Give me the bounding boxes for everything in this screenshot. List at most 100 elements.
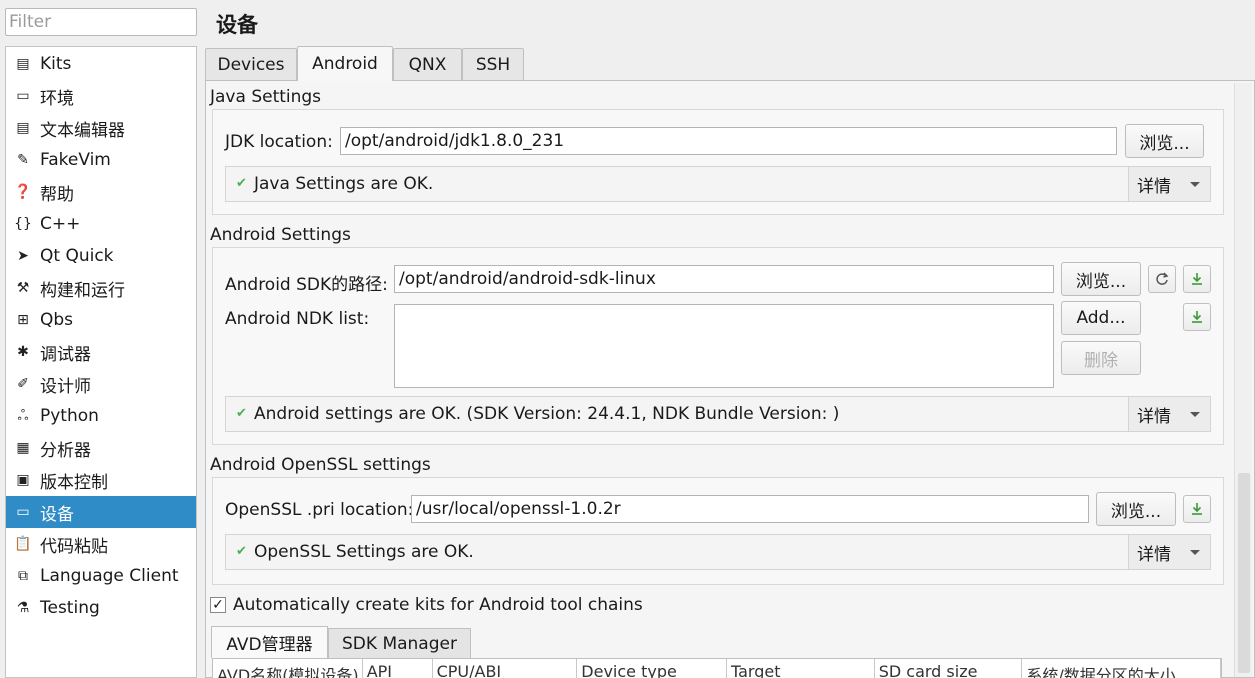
subtab-sdk-manager[interactable]: SDK Manager [328, 628, 471, 658]
download-ndk-button[interactable] [1183, 303, 1211, 331]
sidebar-item-label: 帮助 [40, 184, 74, 205]
tab-ssh[interactable]: SSH [462, 48, 524, 80]
tab-android[interactable]: Android [297, 46, 393, 81]
refresh-sdk-button[interactable] [1148, 265, 1176, 293]
sidebar-item-label: 代码粘贴 [40, 536, 108, 557]
sidebar-item-label: 设计师 [40, 376, 91, 397]
auto-create-kits-row[interactable]: ✓ Automatically create kits for Android … [210, 595, 643, 615]
sidebar-item[interactable]: ➤ Qt Quick [6, 240, 196, 272]
avd-column-header[interactable]: Device type [577, 659, 727, 678]
sidebar-item[interactable]: ▭ 设备 [6, 496, 196, 528]
vertical-scrollbar[interactable] [1234, 83, 1252, 677]
sidebar-item[interactable]: ⊞ Qbs [6, 304, 196, 336]
openssl-status-text: OpenSSL Settings are OK. [254, 542, 474, 562]
sidebar-item-label: 分析器 [40, 440, 91, 461]
sidebar-item[interactable]: ✱ 调试器 [6, 336, 196, 368]
jdk-browse-button[interactable]: 浏览... [1125, 124, 1204, 158]
openssl-browse-button[interactable]: 浏览... [1096, 492, 1176, 526]
python-icon: ஃ [17, 408, 29, 424]
fakevim-icon: ✎ [17, 152, 29, 168]
download-sdk-button[interactable] [1183, 265, 1211, 293]
android-status-text: Android settings are OK. (SDK Version: 2… [254, 404, 840, 424]
version-control-icon: ▣ [16, 472, 30, 488]
pencil-icon: ✐ [17, 376, 29, 392]
auto-create-kits-label: Automatically create kits for Android to… [233, 595, 643, 615]
sidebar-item-label: 调试器 [40, 344, 91, 365]
sidebar-item-label: C++ [40, 214, 81, 234]
filter-input[interactable] [5, 8, 197, 36]
check-icon: ✔ [236, 176, 247, 191]
sidebar-item-label: FakeVim [40, 150, 111, 170]
openssl-location-field[interactable]: /usr/local/openssl-1.0.2r [411, 495, 1089, 523]
sidebar-item[interactable]: ✎ FakeVim [6, 144, 196, 176]
sidebar-item-label: Testing [40, 598, 100, 618]
sidebar-item[interactable]: ❓ 帮助 [6, 176, 196, 208]
avd-column-header[interactable]: SD card size [875, 659, 1023, 678]
paste-icon: 📋 [14, 536, 32, 552]
openssl-section-title: Android OpenSSL settings [210, 455, 431, 475]
java-settings-group: JDK location: /opt/android/jdk1.8.0_231 … [212, 109, 1224, 215]
sidebar-item-label: 环境 [40, 88, 74, 109]
ndk-list[interactable] [394, 304, 1054, 388]
tab-devices[interactable]: Devices [205, 48, 297, 80]
sidebar-item-label: 构建和运行 [40, 280, 125, 301]
sdk-location-field[interactable]: /opt/android/android-sdk-linux [394, 265, 1054, 293]
kits-icon: ▤ [16, 56, 30, 72]
devices-icon: ▭ [16, 504, 30, 520]
java-section-title: Java Settings [210, 87, 322, 107]
sidebar-item-label: 文本编辑器 [40, 120, 125, 141]
avd-column-header[interactable]: API [363, 659, 433, 678]
category-list: ▤ Kits ▭ 环境 ▤ 文本编辑器 ✎ FakeVim ❓ 帮助 {} C++ ➤ Qt Quick ⚒… [5, 46, 197, 678]
openssl-details-button[interactable]: 详情 [1128, 535, 1210, 569]
sidebar-item[interactable]: ▤ Kits [6, 48, 196, 80]
openssl-settings-group: OpenSSL .pri location: /usr/local/openss… [212, 477, 1224, 585]
java-status-bar: ✔ Java Settings are OK. 详情 [225, 166, 1211, 202]
analyzer-icon: ▦ [16, 440, 30, 456]
android-settings-pane: Java Settings JDK location: /opt/android… [205, 80, 1255, 678]
sidebar-item[interactable]: ▤ 文本编辑器 [6, 112, 196, 144]
avd-column-header[interactable]: 系统/数据分区的大小 [1022, 659, 1221, 678]
sidebar-item-label: Python [40, 406, 99, 426]
sidebar-item[interactable]: 📋 代码粘贴 [6, 528, 196, 560]
check-icon: ✔ [236, 406, 247, 421]
sidebar-item[interactable]: ✐ 设计师 [6, 368, 196, 400]
tab-qnx[interactable]: QNX [393, 48, 462, 80]
ndk-add-button[interactable]: Add... [1061, 301, 1141, 335]
scrollbar-thumb[interactable] [1238, 473, 1250, 673]
avd-column-header[interactable]: AVD名称(模拟设备) [213, 659, 363, 678]
jdk-location-label: JDK location: [225, 132, 333, 152]
sidebar-item[interactable]: ⧉ Language Client [6, 560, 196, 592]
java-details-button[interactable]: 详情 [1128, 167, 1210, 201]
sidebar-item[interactable]: ▣ 版本控制 [6, 464, 196, 496]
sidebar-item-label: 设备 [40, 504, 74, 525]
android-details-button[interactable]: 详情 [1128, 397, 1210, 431]
braces-icon: {} [14, 216, 32, 232]
ndk-remove-button[interactable]: 删除 [1061, 341, 1141, 375]
sidebar-item[interactable]: {} C++ [6, 208, 196, 240]
auto-create-kits-checkbox[interactable]: ✓ [210, 597, 226, 613]
sidebar-item[interactable]: ⚗ Testing [6, 592, 196, 624]
details-label: 详情 [1137, 406, 1171, 427]
sidebar-item-label: Qbs [40, 310, 74, 330]
avd-table-header: AVD名称(模拟设备) API CPU/ABI Device type Target SD… [212, 658, 1222, 678]
jdk-location-field[interactable]: /opt/android/jdk1.8.0_231 [340, 127, 1117, 155]
sidebar-item[interactable]: ⚒ 构建和运行 [6, 272, 196, 304]
avd-column-header[interactable]: CPU/ABI [433, 659, 578, 678]
ndk-list-label: Android NDK list: [225, 309, 370, 329]
avd-column-header[interactable]: Target [727, 659, 875, 678]
refresh-icon [1156, 272, 1169, 285]
sidebar-item[interactable]: ▦ 分析器 [6, 432, 196, 464]
openssl-status-bar: ✔ OpenSSL Settings are OK. 详情 [225, 534, 1211, 570]
sidebar-item[interactable]: ஃ Python [6, 400, 196, 432]
sidebar-item-label: 版本控制 [40, 472, 108, 493]
language-client-icon: ⧉ [18, 568, 28, 584]
sdk-browse-button[interactable]: 浏览... [1061, 262, 1141, 296]
subtab-avd-manager[interactable]: AVD管理器 [211, 626, 328, 658]
sidebar-item[interactable]: ▭ 环境 [6, 80, 196, 112]
hammer-icon: ⚒ [16, 280, 30, 296]
download-openssl-button[interactable] [1183, 495, 1211, 523]
download-icon [1192, 503, 1202, 515]
qtquick-icon: ➤ [17, 248, 29, 264]
download-icon [1192, 273, 1202, 285]
qbs-icon: ⊞ [17, 312, 29, 328]
